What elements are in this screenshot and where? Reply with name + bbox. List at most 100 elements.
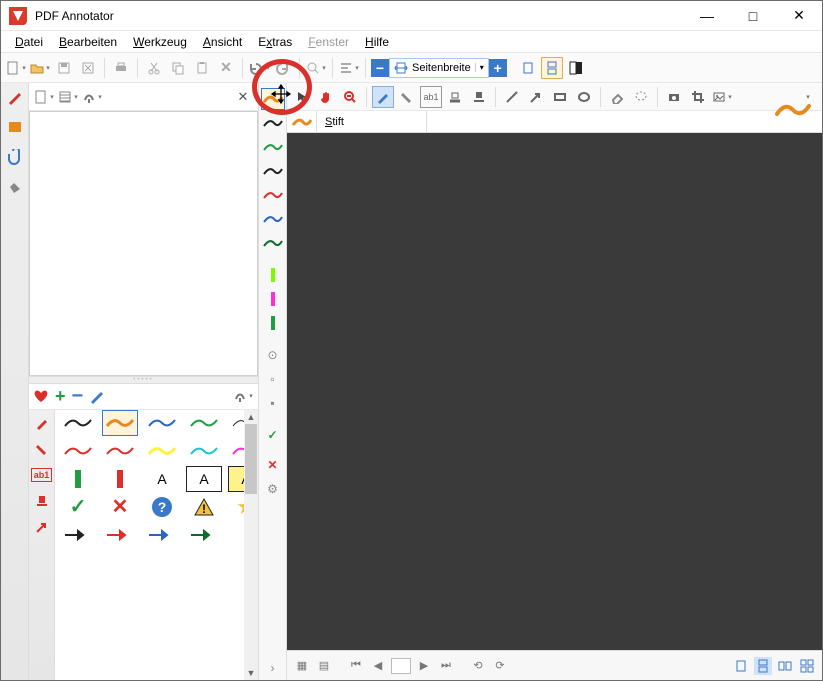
fav-pen-orange[interactable] xyxy=(102,410,138,436)
cat-arrow-icon[interactable] xyxy=(35,520,49,534)
preset-gear-icon[interactable]: ⚙ xyxy=(261,478,285,500)
tool-line-icon[interactable] xyxy=(501,86,523,108)
favorite-heart-icon[interactable] xyxy=(33,389,49,403)
status-doc1-icon[interactable]: ▦ xyxy=(293,657,311,675)
fav-pen-red[interactable] xyxy=(60,438,96,464)
page-settings-button[interactable] xyxy=(81,86,103,108)
fav-arrow-green[interactable] xyxy=(186,522,222,548)
nav-page-box[interactable] xyxy=(391,658,411,674)
view-two-cont-icon[interactable] xyxy=(798,657,816,675)
cat-stamp-icon[interactable] xyxy=(35,494,49,508)
fav-pen-cyan[interactable] xyxy=(186,438,222,464)
preset-dot2-icon[interactable]: ▫ xyxy=(261,368,285,390)
fav-pen-magenta[interactable] xyxy=(228,438,244,464)
fav-text-highlighted[interactable]: A xyxy=(228,466,244,492)
thumbnail-canvas[interactable] xyxy=(29,111,258,376)
cat-text-icon[interactable]: ab1 xyxy=(31,468,53,482)
delete-button[interactable]: ✕ xyxy=(215,57,237,79)
preset-cross-icon[interactable]: ✕ xyxy=(261,454,285,476)
status-doc2-icon[interactable]: ▤ xyxy=(315,657,333,675)
preset-green[interactable] xyxy=(261,136,285,158)
menu-bearbeiten[interactable]: Bearbeiten xyxy=(51,33,125,51)
fav-hl-green[interactable] xyxy=(60,466,96,492)
tool-hand-icon[interactable] xyxy=(315,86,337,108)
menu-hilfe[interactable]: Hilfe xyxy=(357,33,397,51)
fav-pen-yellow[interactable] xyxy=(144,438,180,464)
nav-back-icon[interactable]: ⟲ xyxy=(469,657,487,675)
favorites-scrollbar[interactable]: ▲ ▼ xyxy=(244,410,258,681)
tool-ellipse-icon[interactable] xyxy=(573,86,595,108)
scroll-up-icon[interactable]: ▲ xyxy=(244,410,258,424)
cat-pen-icon[interactable] xyxy=(35,416,49,430)
new-button[interactable] xyxy=(5,57,27,79)
tool-image-icon[interactable] xyxy=(711,86,733,108)
page-book-button[interactable] xyxy=(57,86,79,108)
preset-orange[interactable] xyxy=(261,88,285,110)
align-button[interactable] xyxy=(338,57,360,79)
tool-pointer-icon[interactable] xyxy=(291,86,313,108)
zoom-select[interactable]: Seitenbreite ▾ xyxy=(389,58,489,78)
save-clear-button[interactable] xyxy=(77,57,99,79)
minimize-button[interactable]: — xyxy=(684,1,730,31)
scroll-down-icon[interactable]: ▼ xyxy=(244,666,258,680)
layout-continuous-button[interactable] xyxy=(541,57,563,79)
fav-hl-red[interactable] xyxy=(102,466,138,492)
fav-pen-green[interactable] xyxy=(186,410,222,436)
tab-pen-icon[interactable] xyxy=(7,89,23,105)
tool-stamp-icon[interactable] xyxy=(468,86,490,108)
tool-zoom-out-icon[interactable] xyxy=(339,86,361,108)
fav-star-icon[interactable]: ★ xyxy=(228,494,244,520)
tool-crop-icon[interactable] xyxy=(687,86,709,108)
nav-first-icon[interactable]: ⏮ xyxy=(347,657,365,675)
print-button[interactable] xyxy=(110,57,132,79)
fav-pen-black[interactable] xyxy=(60,410,96,436)
view-cont-icon[interactable] xyxy=(754,657,772,675)
tab-attachments-icon[interactable] xyxy=(7,149,23,165)
tool-pen-icon[interactable] xyxy=(372,86,394,108)
fav-pen-red2[interactable] xyxy=(102,438,138,464)
fav-cross-icon[interactable]: ✕ xyxy=(102,494,138,520)
close-button[interactable]: ✕ xyxy=(776,1,822,31)
fav-text-boxed[interactable]: A xyxy=(186,466,222,492)
scroll-thumb[interactable] xyxy=(245,424,257,494)
favorite-edit-pen-icon[interactable] xyxy=(89,388,105,404)
copy-button[interactable] xyxy=(167,57,189,79)
undo-button[interactable] xyxy=(248,57,270,79)
preset-black[interactable] xyxy=(261,112,285,134)
fav-pen-black-thin[interactable] xyxy=(228,410,244,436)
rail-expand-icon[interactable]: › xyxy=(261,657,285,679)
tool-lasso-icon[interactable] xyxy=(630,86,652,108)
tab-bookmarks-icon[interactable] xyxy=(8,179,22,193)
menu-datei[interactable]: Datei xyxy=(7,33,51,51)
save-button[interactable] xyxy=(53,57,75,79)
preset-hl-lime[interactable] xyxy=(261,264,285,286)
toolbar-strip-pen-icon[interactable] xyxy=(772,95,814,125)
preset-black2[interactable] xyxy=(261,160,285,182)
fav-arrow-black[interactable] xyxy=(60,522,96,548)
cat-marker-icon[interactable] xyxy=(35,442,49,456)
tool-arrow-icon[interactable] xyxy=(525,86,547,108)
document-canvas[interactable] xyxy=(287,133,822,650)
tool-marker-icon[interactable] xyxy=(396,86,418,108)
preset-red[interactable] xyxy=(261,184,285,206)
view-single-icon[interactable] xyxy=(732,657,750,675)
tab-notes-icon[interactable] xyxy=(7,119,23,135)
preset-hl-magenta[interactable] xyxy=(261,288,285,310)
favorite-settings-button[interactable] xyxy=(232,385,254,407)
fav-arrow-blue[interactable] xyxy=(144,522,180,548)
tool-eraser-icon[interactable] xyxy=(606,86,628,108)
preset-dot3-icon[interactable]: ▪ xyxy=(261,392,285,414)
menu-ansicht[interactable]: Ansicht xyxy=(195,33,250,51)
fav-arrow-red[interactable] xyxy=(102,522,138,548)
open-button[interactable] xyxy=(29,57,51,79)
tool-text-icon[interactable]: ab1 xyxy=(420,86,442,108)
cut-button[interactable] xyxy=(143,57,165,79)
preset-dot1-icon[interactable]: ⊙ xyxy=(261,344,285,366)
fav-text-plain[interactable]: A xyxy=(144,466,180,492)
tool-rect-icon[interactable] xyxy=(549,86,571,108)
preset-hl-green[interactable] xyxy=(261,312,285,334)
page-close-button[interactable]: ✕ xyxy=(232,86,254,108)
redo-button[interactable] xyxy=(272,57,294,79)
nav-prev-icon[interactable]: ◀ xyxy=(369,657,387,675)
preset-darkgreen[interactable] xyxy=(261,232,285,254)
